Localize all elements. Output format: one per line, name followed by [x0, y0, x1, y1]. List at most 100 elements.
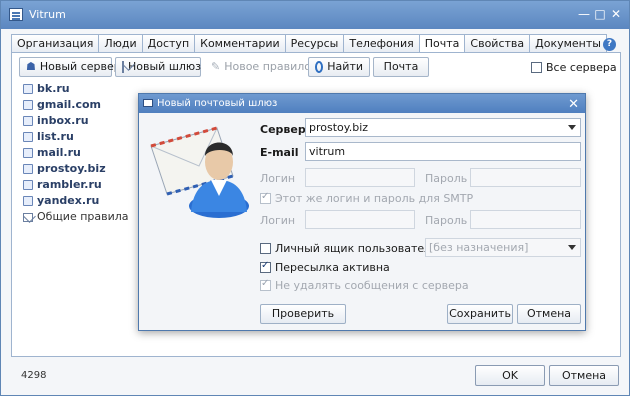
- forwarding-label: Пересылка активна: [275, 261, 390, 274]
- smtp-same-checkbox[interactable]: [260, 191, 271, 204]
- tab-properties[interactable]: Свойства: [464, 34, 530, 53]
- smtp-password-field[interactable]: [470, 210, 581, 229]
- main-window: Vitrum — □ ✕ Организация Люди Доступ Ком…: [0, 0, 630, 396]
- tab-comments[interactable]: Комментарии: [194, 34, 285, 53]
- server-item[interactable]: mail.ru: [23, 145, 129, 161]
- find-button[interactable]: Найти: [308, 57, 370, 77]
- general-rules-label: Общие правила: [37, 210, 129, 223]
- dialog-close-icon[interactable]: ✕: [568, 95, 579, 114]
- smtp-same-option[interactable]: Этот же логин и пароль для SMTP: [260, 191, 474, 205]
- help-icon[interactable]: ?: [603, 38, 616, 51]
- server-icon: [23, 148, 33, 158]
- tab-documents[interactable]: Документы: [529, 34, 607, 53]
- chevron-down-icon: [568, 125, 576, 130]
- rule-icon: ✎: [211, 60, 221, 73]
- app-icon: [9, 8, 23, 21]
- chevron-down-icon: [568, 245, 576, 250]
- password-field[interactable]: [470, 168, 581, 187]
- search-icon: [315, 61, 324, 73]
- title-bar[interactable]: Vitrum — □ ✕: [1, 1, 629, 29]
- mail-user-icon: [150, 126, 249, 218]
- email-label: E-mail: [260, 146, 299, 159]
- new-gateway-button[interactable]: Новый шлюз: [115, 57, 201, 77]
- server-icon: [23, 132, 33, 142]
- login-field[interactable]: [305, 168, 415, 187]
- server-item[interactable]: gmail.com: [23, 97, 129, 113]
- server-icon: [23, 164, 33, 174]
- general-rules-item[interactable]: Общие правила: [23, 209, 129, 225]
- tab-telephony[interactable]: Телефония: [343, 34, 419, 53]
- server-name: yandex.ru: [37, 194, 100, 207]
- server-icon: ☗: [26, 60, 36, 73]
- smtp-login-field[interactable]: [305, 210, 415, 229]
- tab-bar: Организация Люди Доступ Комментарии Ресу…: [11, 34, 607, 54]
- tab-access[interactable]: Доступ: [141, 34, 195, 53]
- keep-messages-checkbox[interactable]: [260, 278, 271, 291]
- new-mail-gateway-dialog: Новый почтовый шлюз ✕ Сервер prostoy.biz…: [138, 93, 586, 331]
- server-icon: [23, 100, 33, 110]
- server-name: gmail.com: [37, 98, 102, 111]
- server-item[interactable]: rambler.ru: [23, 177, 129, 193]
- personal-box-label: Личный ящик пользователя: [275, 242, 438, 255]
- server-icon: [23, 180, 33, 190]
- server-name: prostoy.biz: [37, 162, 106, 175]
- mail-button[interactable]: Почта: [373, 57, 429, 77]
- server-list: bk.ru gmail.com inbox.ru list.ru mail.ru…: [23, 81, 129, 225]
- personal-box-value: [без назначения]: [429, 241, 529, 254]
- smtp-login-label: Логин: [260, 214, 296, 227]
- server-name: list.ru: [37, 130, 74, 143]
- server-icon: [23, 84, 33, 94]
- maximize-button[interactable]: □: [593, 8, 607, 22]
- new-gateway-label: Новый шлюз: [128, 60, 202, 73]
- login-label: Логин: [260, 172, 296, 185]
- status-count: 4298: [21, 370, 47, 381]
- smtp-same-label: Этот же логин и пароль для SMTP: [275, 192, 474, 205]
- minimize-button[interactable]: —: [577, 8, 591, 22]
- server-icon: [23, 196, 33, 206]
- keep-messages-option[interactable]: Не удалять сообщения с сервера: [260, 278, 469, 292]
- dialog-cancel-button[interactable]: Отмена: [517, 304, 581, 324]
- password-label: Пароль: [425, 172, 468, 185]
- cancel-button[interactable]: Отмена: [549, 365, 619, 386]
- server-item[interactable]: bk.ru: [23, 81, 129, 97]
- personal-box-checkbox[interactable]: [260, 243, 271, 254]
- dialog-title: Новый почтовый шлюз: [157, 98, 278, 109]
- keep-messages-label: Не удалять сообщения с сервера: [275, 279, 469, 292]
- tab-mail[interactable]: Почта: [418, 34, 465, 54]
- ok-button[interactable]: OK: [475, 365, 545, 386]
- personal-box-option[interactable]: Личный ящик пользователя: [260, 242, 438, 255]
- new-rule-button[interactable]: ✎ Новое правило: [204, 57, 311, 77]
- tab-people[interactable]: Люди: [98, 34, 142, 53]
- find-label: Найти: [327, 60, 363, 73]
- email-field[interactable]: vitrum: [305, 142, 581, 161]
- new-server-label: Новый сервер: [39, 60, 121, 73]
- window-title: Vitrum: [29, 8, 66, 21]
- all-servers-label: Все сервера: [546, 61, 617, 74]
- tab-organization[interactable]: Организация: [11, 34, 99, 53]
- server-name: rambler.ru: [37, 178, 102, 191]
- tab-resources[interactable]: Ресурсы: [284, 34, 344, 53]
- close-window-button[interactable]: ✕: [609, 8, 623, 22]
- server-value: prostoy.biz: [309, 121, 369, 134]
- server-select[interactable]: prostoy.biz: [305, 118, 581, 137]
- server-name: bk.ru: [37, 82, 70, 95]
- dialog-title-bar[interactable]: Новый почтовый шлюз ✕: [139, 94, 585, 113]
- server-item[interactable]: list.ru: [23, 129, 129, 145]
- server-item[interactable]: prostoy.biz: [23, 161, 129, 177]
- server-icon: [23, 116, 33, 126]
- forwarding-option[interactable]: Пересылка активна: [260, 260, 390, 274]
- server-item[interactable]: inbox.ru: [23, 113, 129, 129]
- forwarding-checkbox[interactable]: [260, 260, 271, 273]
- all-servers-checkbox[interactable]: [531, 62, 542, 73]
- server-item[interactable]: yandex.ru: [23, 193, 129, 209]
- smtp-password-label: Пароль: [425, 214, 468, 227]
- server-label: Сервер: [260, 123, 306, 136]
- check-button[interactable]: Проверить: [260, 304, 346, 324]
- envelope-icon: [122, 61, 124, 73]
- all-servers-toggle[interactable]: Все сервера: [531, 61, 617, 74]
- new-rule-label: Новое правило: [224, 60, 312, 73]
- save-button[interactable]: Сохранить: [447, 304, 513, 324]
- new-server-button[interactable]: ☗ Новый сервер: [19, 57, 121, 77]
- personal-box-select[interactable]: [без назначения]: [425, 238, 581, 257]
- envelope-icon: [23, 212, 33, 222]
